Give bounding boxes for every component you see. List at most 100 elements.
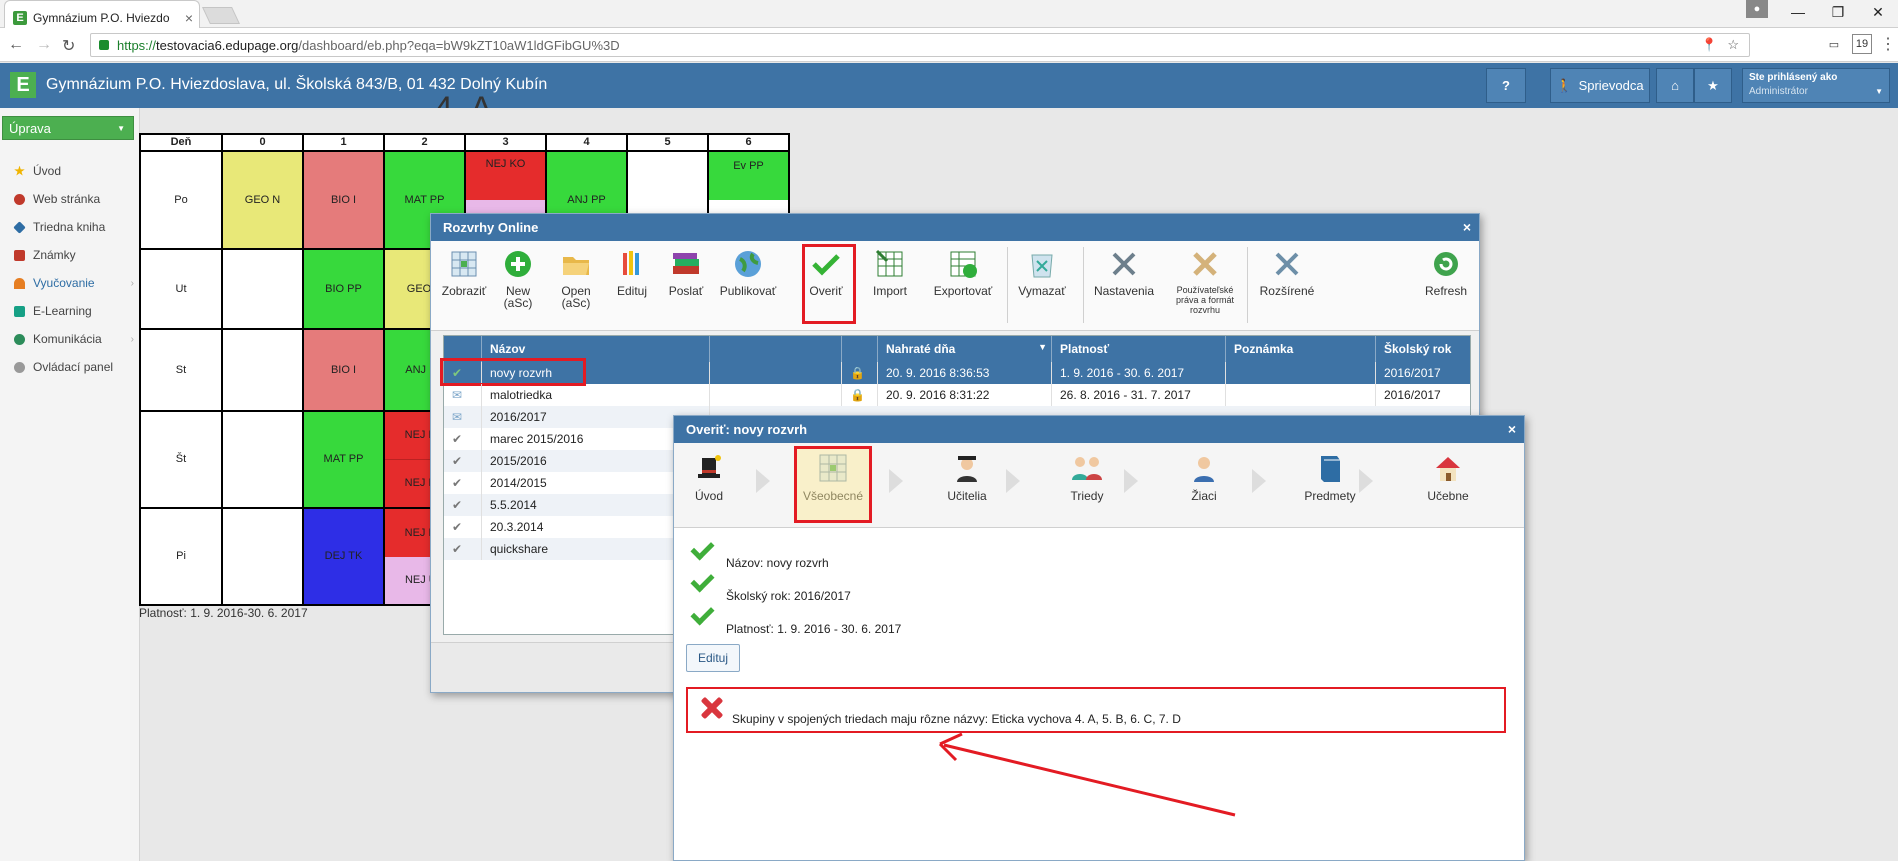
refresh-button[interactable]: Refresh	[1421, 249, 1471, 325]
sidebar-item-triedna-kniha[interactable]: Triedna kniha	[0, 214, 140, 240]
sidebar-item-uvod[interactable]: Úvod	[0, 158, 140, 184]
back-icon[interactable]: ←	[8, 36, 24, 54]
lesson-cell[interactable]: DEJ TK	[302, 507, 385, 606]
table-row[interactable]: ✔ novy rozvrh 🔒 20. 9. 2016 8:36:53 1. 9…	[444, 362, 1470, 384]
vymazat-button[interactable]: Vymazať	[1013, 249, 1071, 325]
chevron-right-icon	[889, 469, 903, 493]
step-ucitelia[interactable]: Učitelia	[932, 451, 1002, 503]
exportovat-button[interactable]: Exportovať	[931, 249, 995, 325]
book-icon	[1313, 451, 1347, 485]
sidebar-item-label: Web stránka	[33, 192, 101, 206]
step-uvod[interactable]: Úvod	[684, 451, 734, 503]
edupage-logo-icon[interactable]: E	[10, 72, 36, 98]
column-header-rok[interactable]: Školský rok	[1376, 336, 1472, 362]
lesson-cell[interactable]: MAT PP	[302, 410, 385, 509]
globe-icon	[14, 193, 25, 205]
house-icon	[1431, 451, 1465, 485]
teacher-icon	[950, 451, 984, 485]
lesson-cell[interactable]: BIO I	[302, 150, 385, 250]
row-name: malotriedka	[482, 384, 710, 406]
table-row[interactable]: ✉ malotriedka 🔒 20. 9. 2016 8:31:22 26. …	[444, 384, 1470, 406]
rozsirene-label: Rozšírené	[1259, 284, 1315, 298]
column-header-poznamka[interactable]: Poznámka	[1226, 336, 1376, 362]
sidebar-item-web-stranka[interactable]: Web stránka	[0, 186, 140, 212]
extension-badge[interactable]: 19	[1852, 34, 1872, 54]
student-icon	[1187, 451, 1221, 485]
poslat-button[interactable]: Poslať	[661, 249, 711, 325]
prava-button[interactable]: Používateľské práva a formát rozvrhu	[1169, 249, 1241, 325]
sidebar-item-vyucovanie[interactable]: Vyučovanie ›	[0, 270, 140, 296]
lesson-cell[interactable]: GEO N	[221, 150, 304, 250]
url-path: /dashboard/eb.php?eqa=bW9kZT10aW1ldGFibG…	[298, 37, 620, 53]
edupage-favicon-icon: E	[13, 10, 27, 25]
pin-icon[interactable]: 📍	[1701, 37, 1717, 53]
lesson-cell[interactable]: BIO PP	[302, 248, 385, 330]
home-button[interactable]: ⌂	[1656, 68, 1694, 103]
guide-button[interactable]: 🚶 Sprievodca	[1550, 68, 1650, 103]
sidebar-item-label: Ovládací panel	[33, 360, 114, 374]
uprava-menu-button[interactable]: Úprava ▼	[2, 116, 134, 140]
exportovat-label: Exportovať	[933, 284, 993, 298]
new-tab-button[interactable]	[202, 7, 240, 24]
close-tab-icon[interactable]: ×	[185, 10, 193, 26]
import-label: Import	[872, 284, 907, 298]
url-input[interactable]: https:// testovacia6.edupage.org /dashbo…	[90, 33, 1750, 57]
toolbar-separator	[1007, 247, 1008, 323]
help-button[interactable]: ?	[1486, 68, 1526, 103]
address-toolbar: ← → ↻ https:// testovacia6.edupage.org /…	[0, 28, 1898, 62]
lesson-cell-empty	[221, 507, 304, 606]
column-header-nahrate[interactable]: Nahraté dňa ▼	[878, 336, 1052, 362]
reload-icon[interactable]: ↻	[62, 36, 75, 56]
row-date: 20. 9. 2016 8:36:53	[878, 362, 1052, 384]
close-icon[interactable]: ×	[1508, 421, 1516, 437]
restore-icon[interactable]: ❐	[1818, 0, 1858, 24]
minimize-icon[interactable]: —	[1778, 0, 1818, 24]
column-header-platnost[interactable]: Platnosť	[1052, 336, 1226, 362]
nastavenia-button[interactable]: Nastavenia	[1089, 249, 1159, 325]
profile-icon[interactable]: ●	[1746, 0, 1768, 18]
sidebar-item-e-learning[interactable]: E-Learning	[0, 298, 140, 324]
user-menu[interactable]: Ste prihlásený ako Administrátor ▼	[1742, 68, 1890, 103]
column-header: 2	[383, 133, 466, 152]
publikovat-button[interactable]: Publikovať	[717, 249, 779, 325]
rozsirene-button[interactable]: Rozšírené	[1255, 249, 1319, 325]
lesson-cell[interactable]: BIO I	[302, 328, 385, 412]
close-icon[interactable]: ×	[1463, 219, 1471, 235]
step-label: Predmety	[1304, 489, 1356, 503]
step-ziaci[interactable]: Žiaci	[1169, 451, 1239, 503]
cast-icon[interactable]: ▭	[1824, 34, 1844, 54]
dialog-header: Overiť: novy rozvrh ×	[674, 416, 1524, 443]
toolbar-separator	[1083, 247, 1084, 323]
spreadsheet-export-icon	[948, 249, 978, 279]
close-window-icon[interactable]: ✕	[1858, 0, 1898, 24]
new-asc-button[interactable]: New (aSc)	[493, 249, 543, 325]
sidebar: Úprava ▼ Úvod Web stránka Triedna kniha …	[0, 108, 140, 861]
zobrazit-button[interactable]: Zobraziť	[439, 249, 489, 325]
bookmark-star-icon[interactable]: ☆	[1727, 37, 1739, 53]
favorites-button[interactable]: ★	[1694, 68, 1732, 103]
browser-tab[interactable]: E Gymnázium P.O. Hviezdo ×	[4, 0, 200, 28]
step-triedy[interactable]: Triedy	[1052, 451, 1122, 503]
edit-button[interactable]: Edituj	[686, 644, 740, 672]
sidebar-item-znamky[interactable]: Známky	[0, 242, 140, 268]
open-asc-button[interactable]: Open (aSc)	[551, 249, 601, 325]
folder-open-icon	[561, 249, 591, 279]
edituj-button[interactable]: Edituj	[607, 249, 657, 325]
elearning-icon	[14, 305, 25, 317]
sidebar-item-komunikacia[interactable]: Komunikácia ›	[0, 326, 140, 352]
chevron-down-icon: ▼	[1875, 87, 1883, 96]
nahrate-label: Nahraté dňa	[886, 342, 956, 356]
recycle-bin-icon	[1027, 249, 1057, 279]
chevron-right-icon: ›	[130, 277, 134, 289]
step-highlight	[794, 446, 872, 523]
lock-icon: 🔒	[842, 384, 878, 406]
sidebar-item-ovladaci-panel[interactable]: Ovládací panel	[0, 354, 140, 380]
vymazat-label: Vymazať	[1018, 284, 1066, 298]
forward-icon[interactable]: →	[36, 36, 52, 54]
step-ucebne[interactable]: Učebne	[1398, 451, 1498, 503]
sidebar-item-label: E-Learning	[33, 304, 92, 318]
row-note	[1226, 362, 1376, 384]
menu-icon[interactable]: ⋮	[1880, 34, 1896, 54]
import-button[interactable]: Import	[865, 249, 915, 325]
sidebar-item-label: Úvod	[33, 164, 62, 178]
